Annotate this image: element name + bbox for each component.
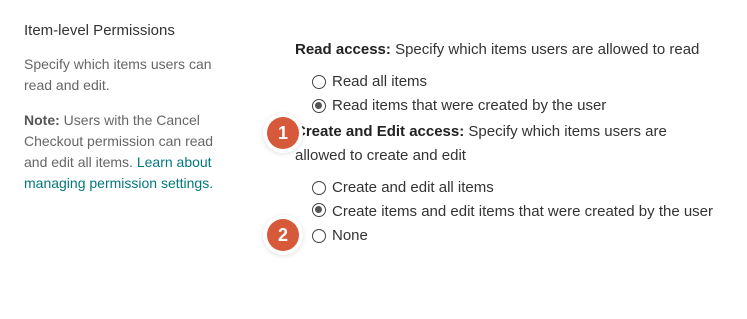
edit-access-heading: Create and Edit access: Specify which it…: [295, 120, 715, 168]
note-paragraph: Note: Users with the Cancel Checkout per…: [24, 110, 229, 194]
radio-none[interactable]: None: [312, 224, 715, 248]
read-access-label: Read access:: [295, 41, 391, 58]
radio-read-own-items[interactable]: Read items that were created by the user: [312, 94, 715, 118]
radio-button-unchecked[interactable]: [312, 75, 326, 89]
note-label: Note:: [24, 112, 60, 128]
section-description: Specify which items users can read and e…: [24, 56, 212, 93]
radio-label-wrapped: Create items and edit items that were cr…: [307, 200, 713, 224]
radio-button-unchecked[interactable]: [312, 229, 326, 243]
edit-access-radio-group: Create and edit all items Create items a…: [295, 176, 715, 248]
permissions-options: Read access: Specify which items users a…: [295, 38, 715, 250]
radio-label: Create and edit all items: [332, 179, 494, 196]
callout-badge-1: 1: [267, 117, 299, 149]
radio-label: None: [332, 227, 368, 244]
edit-access-label: Create and Edit access:: [295, 123, 465, 140]
callout-badge-2: 2: [267, 219, 299, 251]
read-access-text: Specify which items users are allowed to…: [390, 41, 700, 58]
section-title: Item-level Permissions: [24, 22, 175, 39]
radio-label: Read items that were created by the user: [332, 97, 607, 114]
radio-create-edit-own-items[interactable]: Create items and edit items that were cr…: [307, 200, 715, 224]
radio-button-unchecked[interactable]: [312, 181, 326, 195]
radio-button-checked[interactable]: [312, 203, 326, 217]
read-access-heading: Read access: Specify which items users a…: [295, 38, 715, 62]
radio-label: Read all items: [332, 73, 428, 90]
radio-button-checked[interactable]: [312, 99, 326, 113]
read-access-radio-group: Read all items Read items that were crea…: [295, 70, 715, 118]
settings-description-panel: Item-level Permissions Specify which ite…: [24, 20, 229, 194]
radio-create-edit-all-items[interactable]: Create and edit all items: [312, 176, 715, 200]
radio-read-all-items[interactable]: Read all items: [312, 70, 715, 94]
radio-label: Create items and edit items that were cr…: [332, 203, 714, 220]
